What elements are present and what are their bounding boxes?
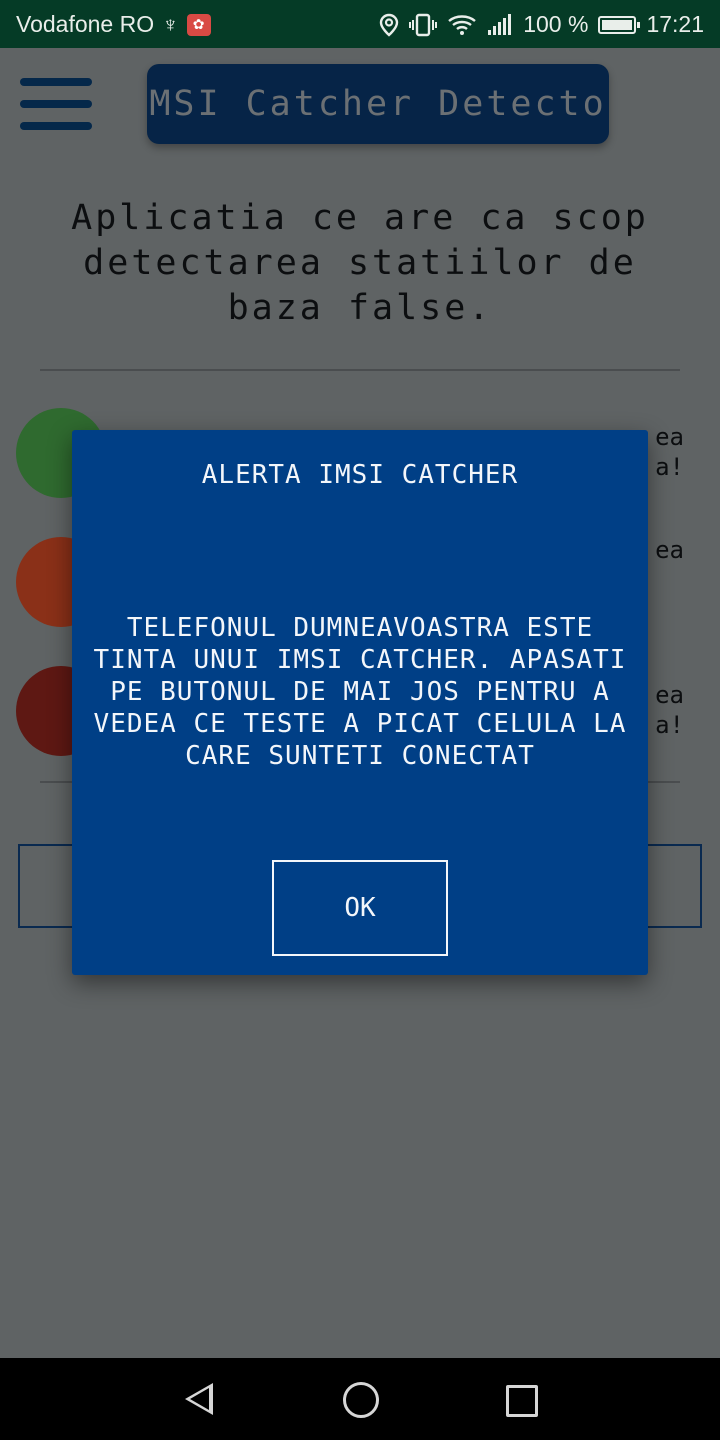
status-bar-right: 100 % 17:21 bbox=[379, 11, 704, 38]
menu-icon[interactable] bbox=[20, 78, 92, 130]
carrier-name: Vodafone RO bbox=[16, 11, 155, 37]
row-text-fragment: ea bbox=[655, 423, 684, 451]
battery-icon bbox=[598, 15, 641, 34]
dialog-title: ALERTA IMSI CATCHER bbox=[201, 460, 519, 490]
usb-icon: ♆ bbox=[162, 11, 179, 37]
alert-dialog: ALERTA IMSI CATCHER TELEFONUL DUMNEAVOAS… bbox=[72, 430, 648, 975]
huawei-app-icon: ✿ bbox=[186, 13, 211, 36]
status-bar: Vodafone RO ♆ ✿ 100 % 17:21 bbox=[0, 0, 720, 48]
row-text-fragment: a! bbox=[655, 453, 684, 481]
app-title: IMSI Catcher Detector bbox=[147, 64, 609, 144]
signal-icon bbox=[487, 13, 513, 36]
wifi-icon bbox=[447, 13, 477, 37]
ok-button[interactable]: OK bbox=[272, 860, 448, 956]
back-icon[interactable] bbox=[185, 1383, 213, 1415]
row-text-fragment: ea bbox=[655, 536, 684, 564]
clock: 17:21 bbox=[646, 11, 704, 37]
dialog-message: TELEFONUL DUMNEAVOASTRA ESTE TINTA UNUI … bbox=[93, 613, 627, 771]
divider bbox=[40, 369, 680, 371]
home-icon[interactable] bbox=[343, 1382, 379, 1418]
battery-percent: 100 % bbox=[523, 11, 589, 37]
status-bar-left: Vodafone RO ♆ ✿ bbox=[16, 11, 211, 38]
intro-text: Aplicatia ce are ca scop detectarea stat… bbox=[71, 198, 649, 328]
row-text-fragment: ea bbox=[655, 681, 684, 709]
vibrate-icon bbox=[409, 13, 438, 37]
row-text-fragment: a! bbox=[655, 711, 684, 739]
location-icon bbox=[379, 13, 399, 37]
recents-icon[interactable] bbox=[506, 1385, 538, 1417]
navigation-bar bbox=[0, 1358, 720, 1440]
